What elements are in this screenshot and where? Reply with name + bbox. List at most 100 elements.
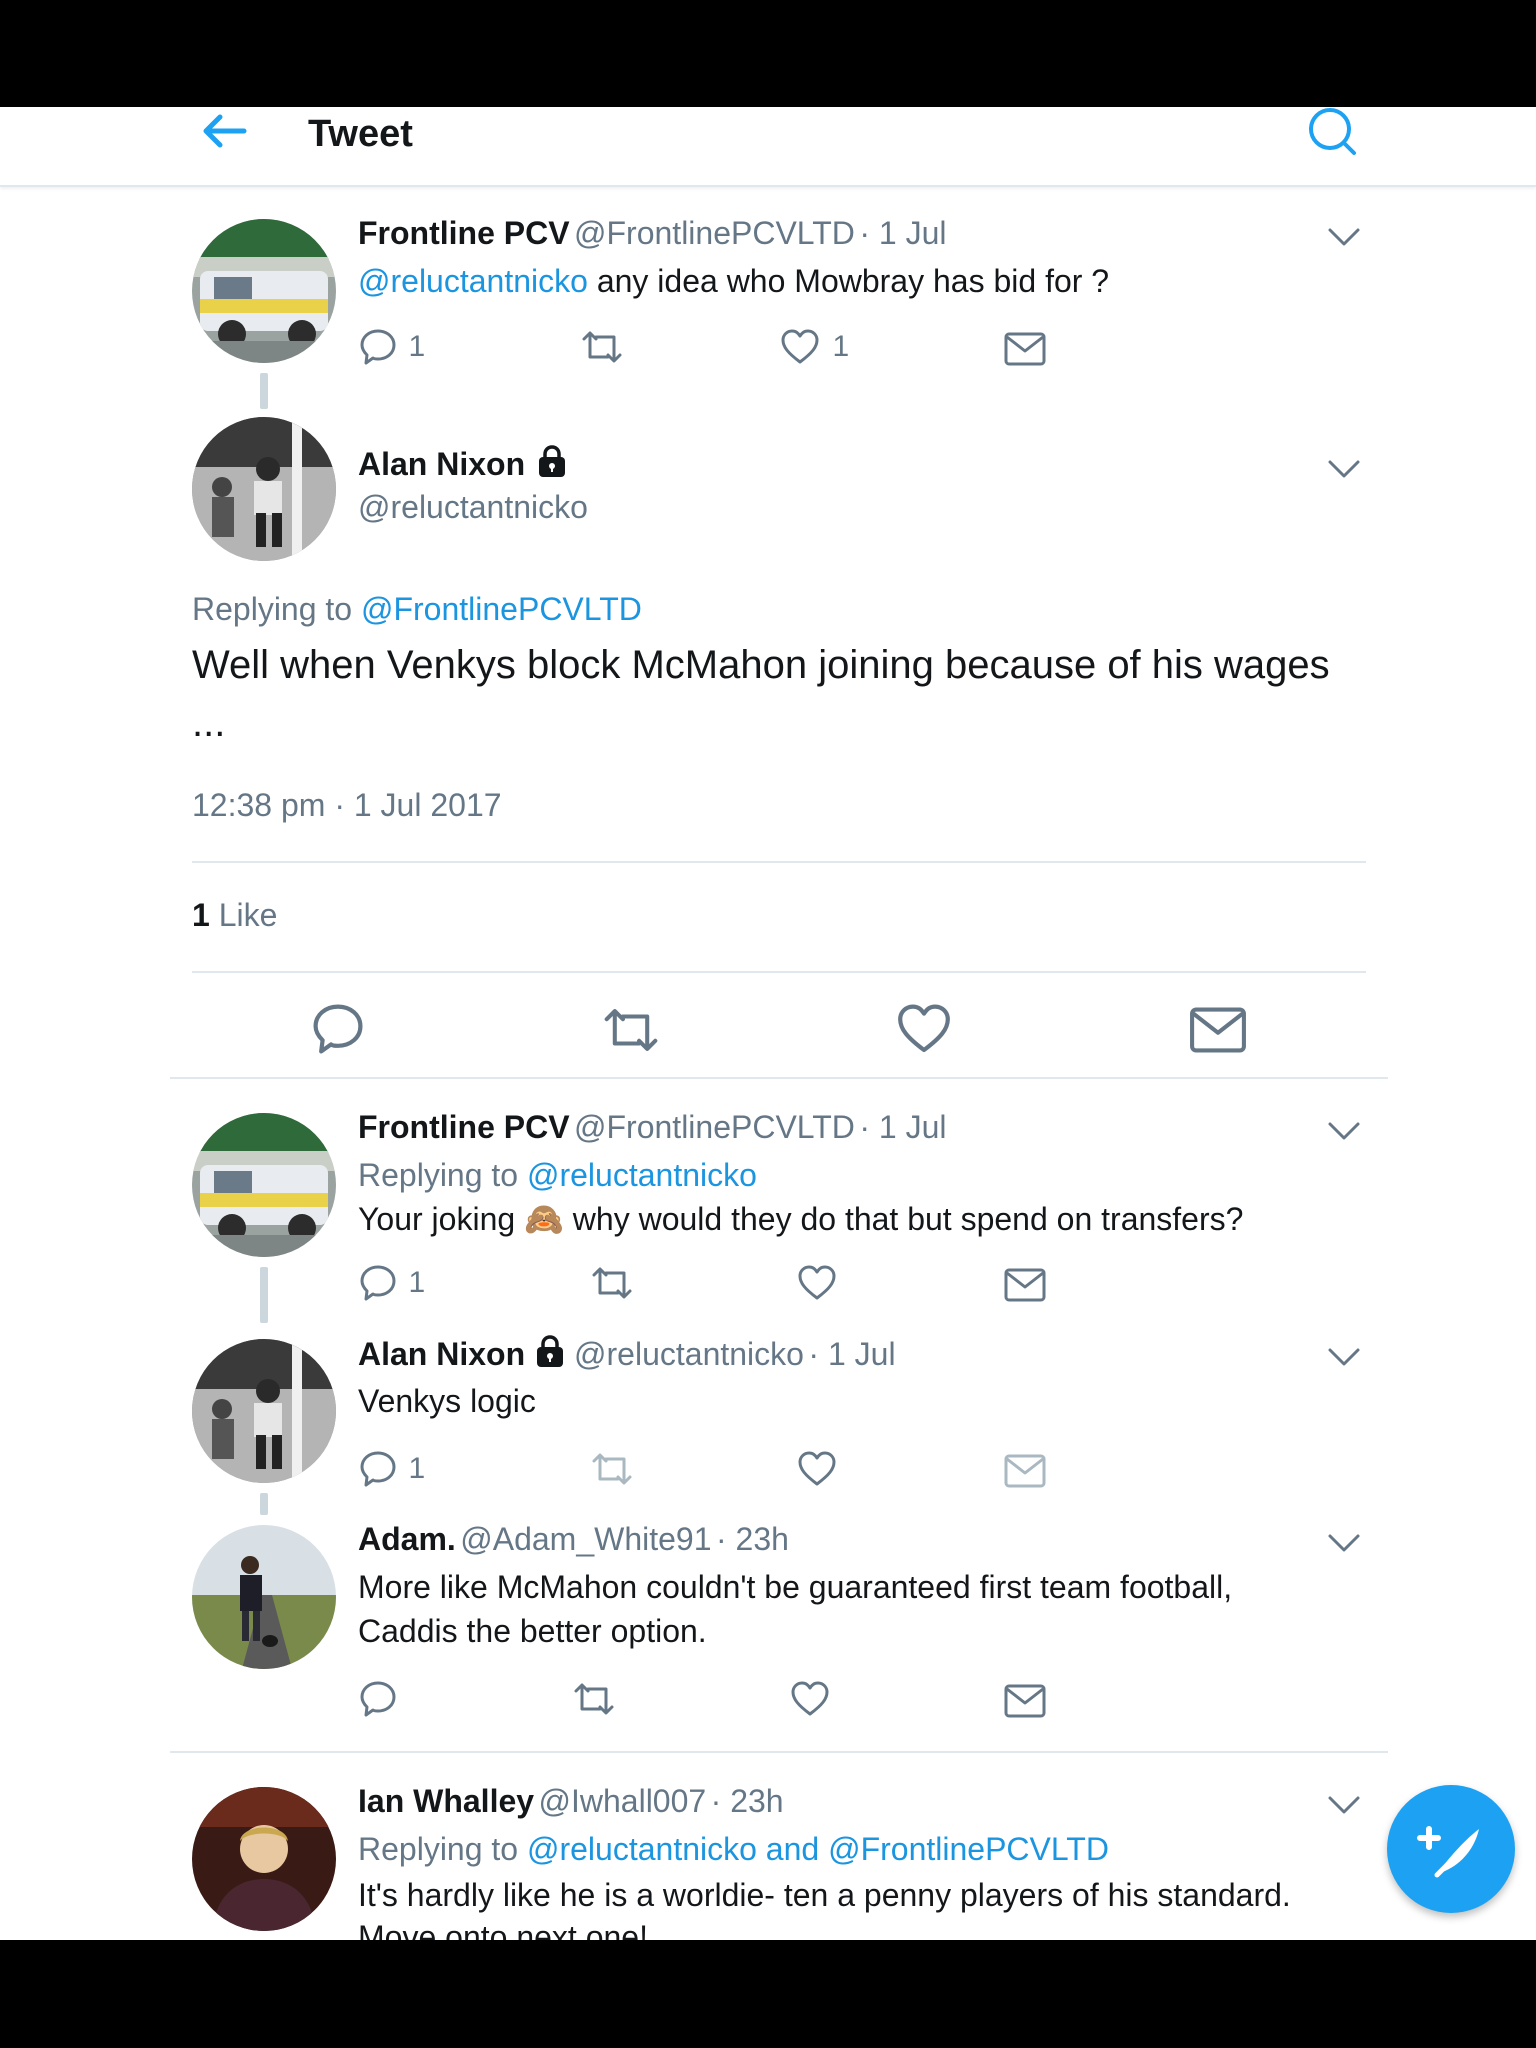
search-icon[interactable] xyxy=(1306,107,1358,159)
lock-icon xyxy=(536,445,568,479)
tweet-text-content: any idea who Mowbray has bid for ? xyxy=(587,263,1110,299)
author-handle[interactable]: @Adam_White91 xyxy=(460,1521,711,1557)
author-handle[interactable]: @Iwhall007 xyxy=(539,1783,707,1819)
tweet-author-row: Ian Whalley @Iwhall007 · 23h xyxy=(358,1783,784,1820)
direct-message-icon xyxy=(1003,1453,1047,1489)
reply-button[interactable]: 1 xyxy=(358,1449,425,1489)
author-name[interactable]: Frontline PCV xyxy=(358,1109,570,1145)
replying-to: Replying to @reluctantnicko and @Frontli… xyxy=(358,1831,1109,1868)
chevron-down-icon[interactable] xyxy=(1326,1119,1362,1143)
replying-prefix: Replying to xyxy=(192,591,361,627)
reply-icon xyxy=(358,1679,398,1719)
like-count: 1 xyxy=(832,330,850,363)
tweet-author-row: Frontline PCV @FrontlinePCVLTD · 1 Jul xyxy=(358,215,946,252)
tweet-text-part: Your joking xyxy=(358,1201,525,1237)
tweet-text-continued: Move onto next one! xyxy=(358,1919,648,1940)
like-icon xyxy=(896,1001,952,1057)
thread-line xyxy=(260,1493,268,1515)
like-button[interactable] xyxy=(797,1263,837,1308)
chevron-down-icon[interactable] xyxy=(1326,1531,1362,1555)
tweet-text: @reluctantnicko any idea who Mowbray has… xyxy=(358,259,1109,303)
direct-message-icon xyxy=(1003,1267,1047,1303)
replying-to-link[interactable]: @reluctantnicko and @FrontlinePCVLTD xyxy=(527,1831,1109,1867)
reply-button[interactable]: 1 xyxy=(358,327,425,367)
reply-button[interactable]: 1 xyxy=(358,1263,425,1303)
replying-to-link[interactable]: @reluctantnicko xyxy=(527,1157,757,1193)
tweet-time: · 1 Jul xyxy=(859,1109,947,1145)
status-bar xyxy=(0,0,1536,107)
reply-button[interactable] xyxy=(310,1001,366,1062)
direct-message-icon xyxy=(1003,1683,1047,1719)
author-handle[interactable]: @reluctantnicko xyxy=(574,1336,804,1372)
retweet-button[interactable] xyxy=(588,1263,636,1308)
like-total: 1 xyxy=(192,897,210,933)
avatar[interactable] xyxy=(192,1787,336,1931)
like-icon xyxy=(790,1679,830,1719)
divider xyxy=(170,1751,1388,1753)
main-tweet-text: Well when Venkys block McMahon joining b… xyxy=(192,643,1330,687)
author-handle[interactable]: @FrontlinePCVLTD xyxy=(574,1109,855,1145)
chevron-down-icon[interactable] xyxy=(1326,457,1362,481)
replying-to: Replying to @FrontlinePCVLTD xyxy=(192,591,642,628)
tweet-text-continued: Caddis the better option. xyxy=(358,1613,707,1649)
avatar[interactable] xyxy=(192,1113,336,1257)
tweet-author-row: Alan Nixon @reluctantnicko · 1 Jul xyxy=(358,1335,896,1373)
author-handle[interactable]: @FrontlinePCVLTD xyxy=(574,215,855,251)
tweet-time: · 23h xyxy=(710,1783,784,1819)
chevron-down-icon[interactable] xyxy=(1326,1345,1362,1369)
like-button[interactable] xyxy=(896,1001,952,1062)
like-icon xyxy=(780,327,820,367)
author-name[interactable]: Frontline PCV xyxy=(358,215,570,251)
avatar[interactable] xyxy=(192,1339,336,1483)
reply-count: 1 xyxy=(408,1266,426,1299)
direct-message-button[interactable] xyxy=(1003,1267,1047,1308)
author-name[interactable]: Alan Nixon xyxy=(358,1336,525,1372)
direct-message-button[interactable] xyxy=(1003,1683,1047,1724)
retweet-icon xyxy=(588,1263,636,1303)
like-label: Like xyxy=(209,897,278,933)
author-name[interactable]: Adam. xyxy=(358,1521,456,1557)
replying-prefix: Replying to xyxy=(358,1157,527,1193)
reply-count: 1 xyxy=(408,1452,426,1485)
avatar[interactable] xyxy=(192,1525,336,1669)
retweet-icon xyxy=(570,1679,618,1719)
page-title: Tweet xyxy=(308,113,413,155)
direct-message-button xyxy=(1003,1453,1047,1494)
tweet-time: · 23h xyxy=(715,1521,789,1557)
replying-prefix: Replying to xyxy=(358,1831,527,1867)
tweet-author-row: Frontline PCV @FrontlinePCVLTD · 1 Jul xyxy=(358,1109,946,1146)
back-arrow-icon[interactable] xyxy=(198,109,250,159)
like-button[interactable] xyxy=(790,1679,830,1724)
likes-summary[interactable]: 1 Like xyxy=(192,897,277,934)
compose-button[interactable] xyxy=(1387,1785,1515,1913)
direct-message-button[interactable] xyxy=(1003,331,1047,372)
avatar[interactable] xyxy=(192,219,336,363)
retweet-button[interactable] xyxy=(598,1003,664,1062)
like-button[interactable] xyxy=(797,1449,837,1494)
replying-to-link[interactable]: @FrontlinePCVLTD xyxy=(361,591,642,627)
main-tweet-text-continued: ... xyxy=(192,701,226,745)
chevron-down-icon[interactable] xyxy=(1326,225,1362,249)
direct-message-icon xyxy=(1003,331,1047,367)
retweet-button[interactable] xyxy=(578,327,626,372)
retweet-button[interactable] xyxy=(570,1679,618,1724)
chevron-down-icon[interactable] xyxy=(1326,1793,1362,1817)
tweet-text: It's hardly like he is a worldie- ten a … xyxy=(358,1877,1291,1913)
author-name[interactable]: Alan Nixon xyxy=(358,446,525,482)
divider xyxy=(170,1077,1388,1079)
retweet-icon xyxy=(578,327,626,367)
author-name[interactable]: Ian Whalley xyxy=(358,1783,534,1819)
reply-icon xyxy=(358,327,398,367)
reply-icon xyxy=(358,1449,398,1489)
tweet-timestamp: 12:38 pm · 1 Jul 2017 xyxy=(192,787,502,823)
avatar[interactable] xyxy=(192,417,336,561)
like-icon xyxy=(797,1449,837,1489)
mention-link[interactable]: @reluctantnicko xyxy=(358,263,588,299)
direct-message-button[interactable] xyxy=(1188,1005,1248,1060)
like-button[interactable]: 1 xyxy=(780,327,849,367)
tweet-text-part: why would they do that but spend on tran… xyxy=(563,1201,1244,1237)
reply-icon xyxy=(310,1001,366,1057)
author-handle[interactable]: @reluctantnicko xyxy=(358,489,588,526)
reply-button[interactable] xyxy=(358,1679,398,1724)
retweet-icon xyxy=(598,1003,664,1057)
